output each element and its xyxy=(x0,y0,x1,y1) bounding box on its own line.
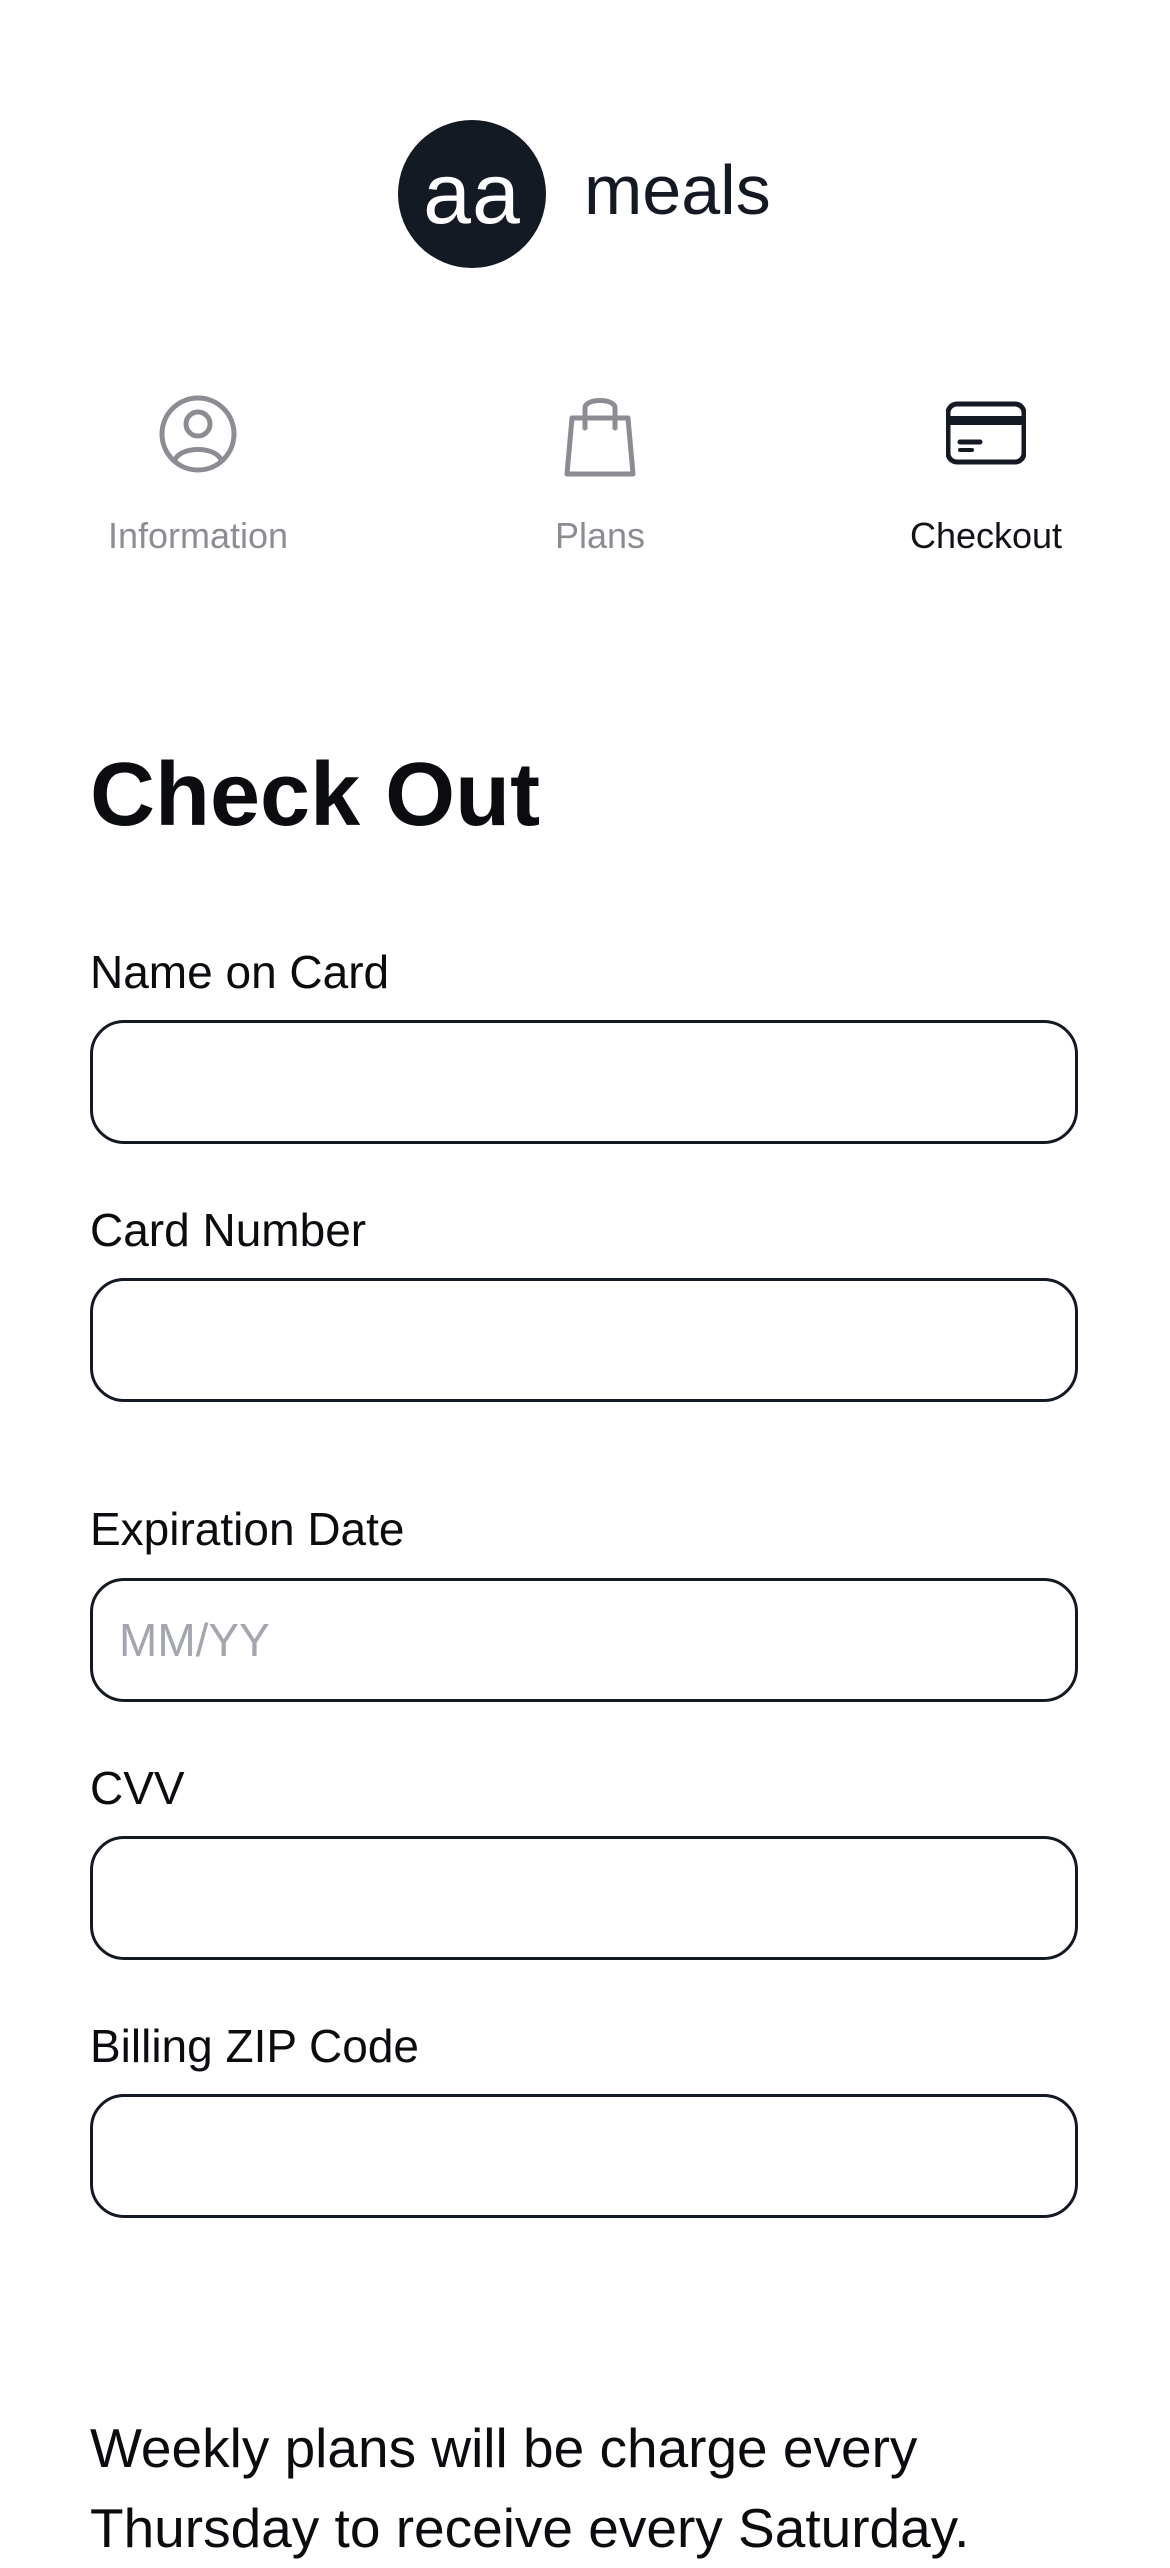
step-information[interactable]: Information xyxy=(48,390,348,570)
logo-mark: aa xyxy=(398,120,546,268)
shopping-bag-icon xyxy=(560,390,640,478)
logo-wordmark: meals xyxy=(584,151,771,229)
name-on-card-label: Name on Card xyxy=(90,946,390,998)
card-number-label: Card Number xyxy=(90,1204,367,1256)
name-on-card-input[interactable] xyxy=(90,1020,1078,1144)
credit-card-icon xyxy=(945,390,1027,478)
checkout-steps-nav: Information Plans Checkout xyxy=(0,390,1170,570)
step-checkout[interactable]: Checkout xyxy=(836,390,1136,570)
page-title: Check Out xyxy=(90,745,541,845)
expiration-date-label: Expiration Date xyxy=(90,1503,405,1555)
cvv-input[interactable] xyxy=(90,1836,1078,1960)
step-label-information: Information xyxy=(107,515,289,556)
billing-zip-label: Billing ZIP Code xyxy=(90,2020,419,2072)
card-number-input[interactable] xyxy=(90,1278,1078,1402)
user-circle-icon xyxy=(158,390,238,478)
billing-schedule-note: Weekly plans will be charge every Thursd… xyxy=(90,2417,970,2559)
step-plans[interactable]: Plans xyxy=(450,390,750,570)
brand-logo: aa meals xyxy=(0,120,1170,268)
step-label-checkout: Checkout xyxy=(909,515,1063,556)
billing-zip-input[interactable] xyxy=(90,2094,1078,2218)
expiration-date-input[interactable] xyxy=(90,1578,1078,1702)
cvv-label: CVV xyxy=(90,1762,185,1814)
step-label-plans: Plans xyxy=(554,515,646,556)
